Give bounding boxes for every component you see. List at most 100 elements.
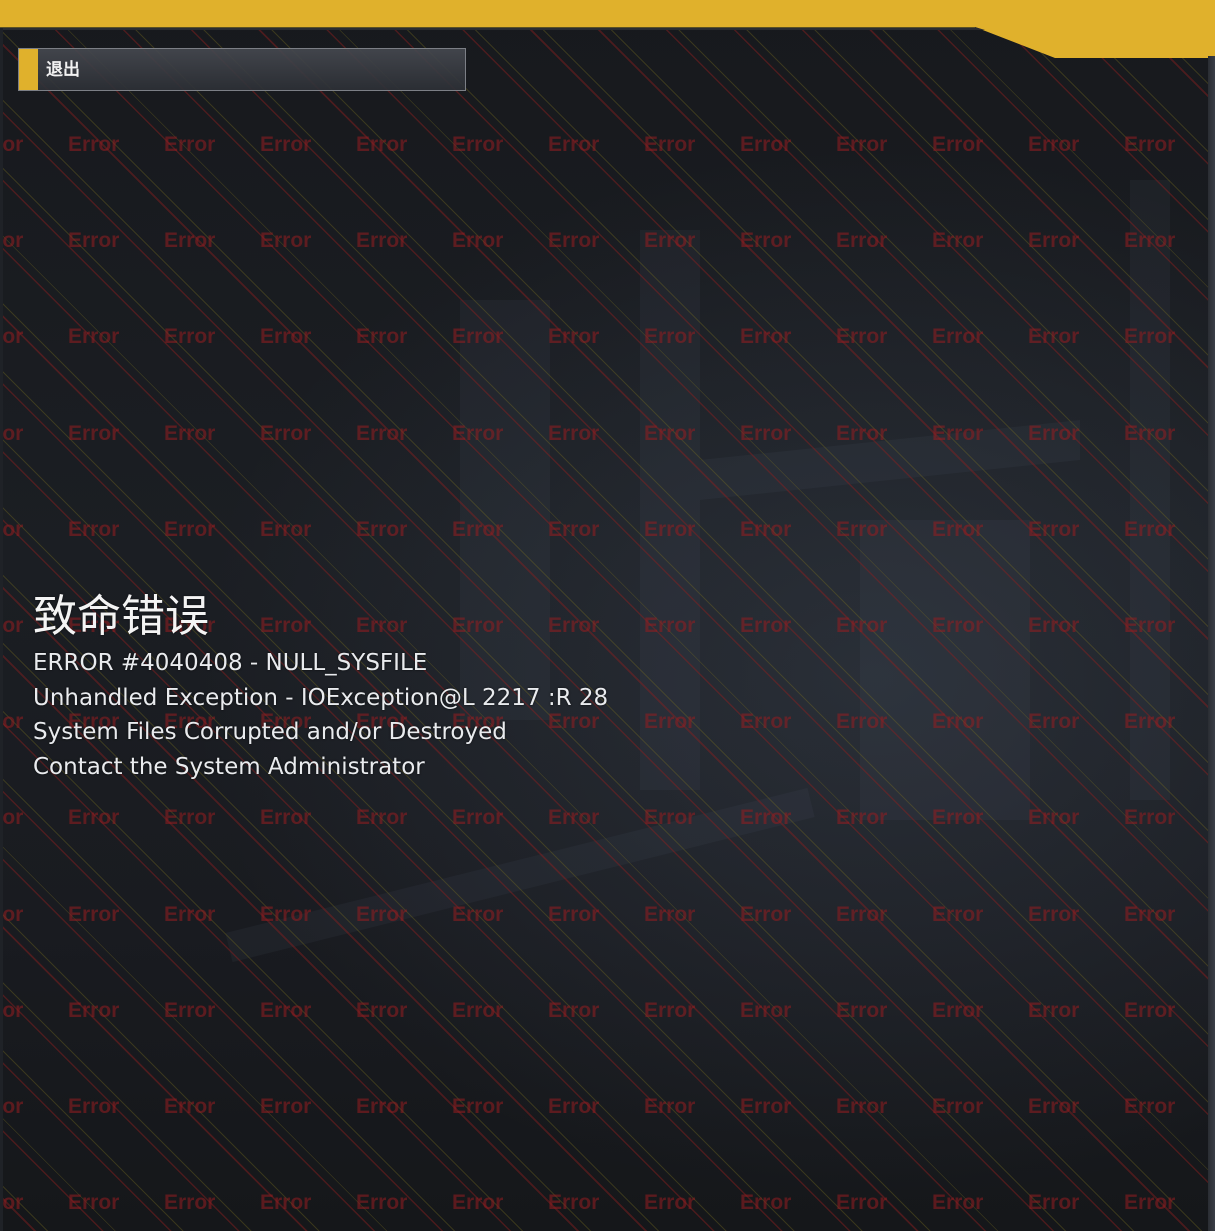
error-watermark-word: Error <box>548 518 600 541</box>
error-watermark-word: Error <box>0 518 24 541</box>
error-watermark-word: Error <box>260 1191 312 1214</box>
error-watermark-word: Error <box>452 806 504 829</box>
error-watermark-word: Error <box>1124 1191 1176 1214</box>
right-frame-border <box>1208 56 1215 1231</box>
error-watermark-word: Error <box>644 1095 696 1118</box>
error-watermark-word: Error <box>1028 806 1080 829</box>
error-watermark-word: Error <box>740 422 792 445</box>
error-watermark-word: Error <box>1028 710 1080 733</box>
error-watermark-word: Error <box>452 229 504 252</box>
error-watermark-word: Error <box>548 325 600 348</box>
error-watermark-word: Error <box>932 133 984 156</box>
error-watermark-word: Error <box>1124 133 1176 156</box>
error-watermark-word: Error <box>452 903 504 926</box>
error-watermark-word: Error <box>0 806 24 829</box>
error-watermark-word: Error <box>68 325 120 348</box>
error-watermark-word: Error <box>1028 229 1080 252</box>
error-watermark-word: Error <box>356 1095 408 1118</box>
error-watermark-word: Error <box>740 710 792 733</box>
error-watermark-word: Error <box>0 614 24 637</box>
error-watermark-word: Error <box>164 1191 216 1214</box>
error-watermark-word: Error <box>836 1095 888 1118</box>
error-watermark-word: Error <box>548 999 600 1022</box>
error-watermark-word: Error <box>644 999 696 1022</box>
error-watermark-word: Error <box>164 903 216 926</box>
error-watermark-word: Error <box>0 903 24 926</box>
exit-button-label: 退出 <box>46 60 80 80</box>
error-watermark-word: Error <box>836 133 888 156</box>
error-watermark-word: Error <box>164 133 216 156</box>
error-watermark-word: Error <box>164 325 216 348</box>
error-watermark-word: Error <box>452 133 504 156</box>
error-code-line: ERROR #4040408 - NULL_SYSFILE <box>33 650 428 676</box>
error-watermark-word: Error <box>932 1095 984 1118</box>
error-watermark-word: Error <box>0 1191 24 1214</box>
error-watermark-word: Error <box>164 806 216 829</box>
error-watermark-word: Error <box>68 133 120 156</box>
error-watermark-word: Error <box>1028 518 1080 541</box>
error-watermark-word: Error <box>644 133 696 156</box>
exit-button[interactable]: 退出 <box>18 48 466 91</box>
error-watermark-word: Error <box>356 229 408 252</box>
error-watermark-word: Error <box>0 422 24 445</box>
error-watermark-word: Error <box>836 999 888 1022</box>
error-watermark-word: Error <box>1124 999 1176 1022</box>
error-watermark-word: Error <box>548 422 600 445</box>
background-scene-shape <box>1130 180 1170 800</box>
error-watermark-word: Error <box>932 903 984 926</box>
error-watermark-word: Error <box>740 999 792 1022</box>
contact-admin-line: Contact the System Administrator <box>33 753 425 780</box>
fatal-error-screen: Error Error Error Error Error Error Error Error… <box>0 0 1215 1231</box>
error-watermark-word: Error <box>0 1095 24 1118</box>
error-watermark-word: Error <box>932 999 984 1022</box>
left-frame-border <box>0 28 3 1231</box>
error-watermark-word: Error <box>260 325 312 348</box>
error-watermark-word: Error <box>1028 325 1080 348</box>
error-watermark-word: Error <box>68 422 120 445</box>
error-watermark-word: Error <box>548 1191 600 1214</box>
error-watermark-word: Error <box>68 999 120 1022</box>
error-watermark-word: Error <box>548 903 600 926</box>
error-watermark-word: Error <box>260 422 312 445</box>
error-watermark-word: Error <box>260 229 312 252</box>
error-watermark-word: Error <box>1028 1095 1080 1118</box>
error-watermark-word: Error <box>548 229 600 252</box>
error-watermark-word: Error <box>164 518 216 541</box>
error-watermark-word: Error <box>836 325 888 348</box>
error-watermark-word: Error <box>548 806 600 829</box>
error-watermark-word: Error <box>740 1191 792 1214</box>
error-watermark-word: Error <box>740 614 792 637</box>
error-watermark-word: Error <box>356 999 408 1022</box>
error-watermark-word: Error <box>0 133 24 156</box>
error-watermark-word: Error <box>68 903 120 926</box>
error-watermark-word: Error <box>164 422 216 445</box>
error-watermark-word: Error <box>68 229 120 252</box>
error-watermark-word: Error <box>356 422 408 445</box>
error-watermark-word: Error <box>1124 1095 1176 1118</box>
error-watermark-word: Error <box>932 229 984 252</box>
error-watermark-word: Error <box>1028 903 1080 926</box>
error-watermark-word: Error <box>932 1191 984 1214</box>
error-watermark-word: Error <box>260 806 312 829</box>
error-watermark-word: Error <box>1124 903 1176 926</box>
error-watermark-word: Error <box>740 1095 792 1118</box>
background-scene-shape <box>225 787 815 963</box>
error-watermark-word: Error <box>260 133 312 156</box>
error-watermark-word: Error <box>644 903 696 926</box>
error-watermark-word: Error <box>260 518 312 541</box>
error-watermark-word: Error <box>452 999 504 1022</box>
exit-button-accent <box>19 49 38 90</box>
error-watermark-word: Error <box>1028 999 1080 1022</box>
error-watermark-word: Error <box>452 1095 504 1118</box>
error-watermark-word: Error <box>260 999 312 1022</box>
fatal-error-title: 致命错误 <box>33 591 209 642</box>
error-watermark-word: Error <box>740 903 792 926</box>
error-watermark-word: Error <box>356 806 408 829</box>
error-watermark-word: Error <box>548 133 600 156</box>
background-scene-shape <box>700 420 1080 500</box>
error-watermark-word: Error <box>0 229 24 252</box>
error-watermark-word: Error <box>740 229 792 252</box>
error-watermark-word: Error <box>836 229 888 252</box>
error-watermark-word: Error <box>548 1095 600 1118</box>
background-scene-shape <box>640 230 700 790</box>
